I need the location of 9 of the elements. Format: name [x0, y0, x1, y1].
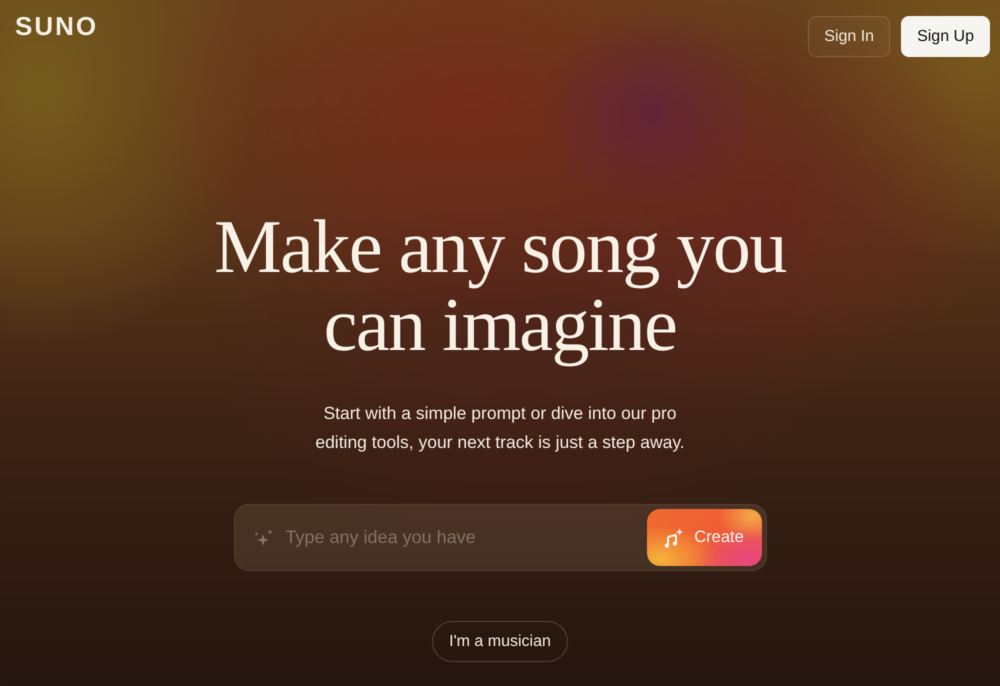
sparkle-icon: [254, 528, 274, 548]
prompt-input[interactable]: Type any idea you have: [284, 522, 646, 552]
musician-button[interactable]: I'm a musician: [432, 621, 568, 662]
sign-in-button[interactable]: Sign In: [808, 16, 890, 57]
music-note-sparkle-icon: [664, 528, 684, 548]
hero-subtitle: Start with a simple prompt or dive into our pro editing tools, your next track is just a step away.: [314, 402, 686, 454]
hero-title: Make any song you can imagine: [213, 208, 788, 364]
sign-up-button[interactable]: Sign Up: [901, 16, 990, 57]
logo[interactable]: SUNO: [15, 13, 98, 39]
